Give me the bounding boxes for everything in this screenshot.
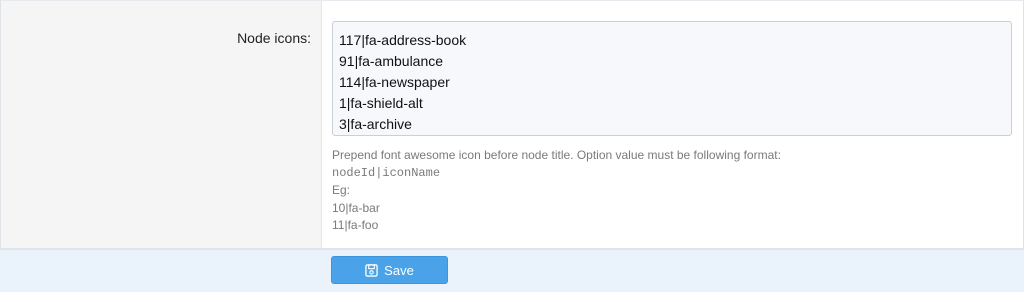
help-example-1: 10|fa-bar: [332, 200, 380, 215]
save-button-label: Save: [384, 262, 414, 278]
save-icon: [365, 263, 378, 277]
field-column: 117|fa-address-book 91|fa-ambulance 114|…: [322, 1, 1023, 248]
label-column: Node icons:: [1, 1, 322, 248]
help-example-2: 11|fa-foo: [332, 218, 379, 232]
help-format: nodeId|iconName: [332, 165, 441, 180]
help-text: Prepend font awesome icon before node ti…: [332, 147, 781, 235]
node-icons-label: Node icons:: [237, 30, 311, 46]
form-footer: Save: [0, 249, 1024, 292]
save-button[interactable]: Save: [331, 256, 448, 284]
node-icons-form-row: Node icons: 117|fa-address-book 91|fa-am…: [0, 0, 1024, 249]
help-eg-label: Eg:: [332, 183, 351, 197]
help-description: Prepend font awesome icon before node ti…: [332, 148, 781, 162]
node-icons-textarea[interactable]: 117|fa-address-book 91|fa-ambulance 114|…: [332, 21, 1012, 136]
